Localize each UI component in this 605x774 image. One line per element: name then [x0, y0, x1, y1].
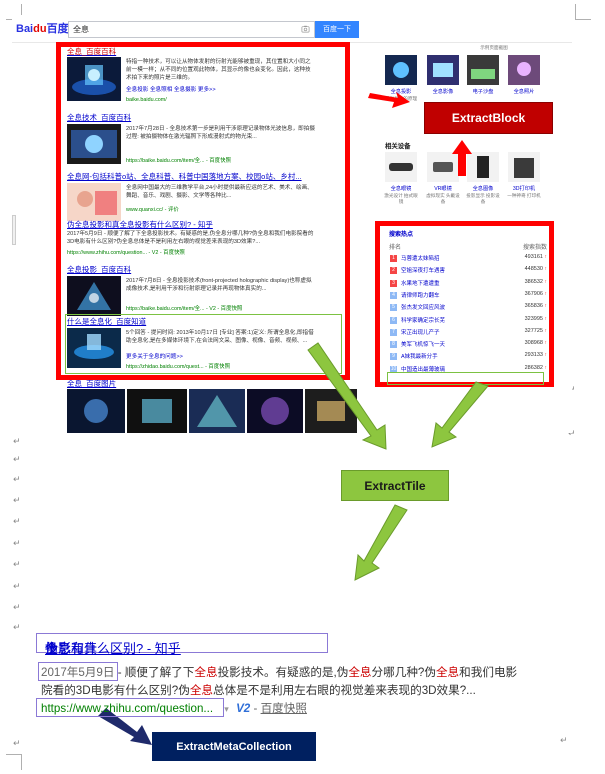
- callout-label: ExtractBlock: [451, 111, 526, 125]
- zoom-date: 2017年5月9日: [41, 666, 115, 679]
- snippet-part: 和我们电影: [459, 666, 518, 679]
- snippet-part: - 顺便了解了下: [114, 666, 195, 679]
- snapshot-link[interactable]: 百度快照: [261, 702, 307, 715]
- snippet-highlight: 全息: [189, 684, 214, 697]
- red-arrow: [452, 140, 472, 154]
- snippet-part: 院看的3D电影有什么区别?伪: [41, 684, 190, 697]
- callout-label: ExtractTile: [364, 478, 426, 493]
- green-arrow: [354, 504, 408, 581]
- green-arrow: [431, 381, 489, 448]
- chevron-down-icon[interactable]: ▾: [224, 704, 229, 714]
- callout-label: ExtractMetaCollection: [176, 740, 292, 753]
- extract-meta-callout: ExtractMetaCollection: [152, 732, 316, 761]
- snippet-highlight: 全息: [435, 666, 460, 679]
- snippet-part: 分哪几种?伪: [371, 666, 436, 679]
- snippet-part: 总体是不是利用左右眼的视觉差来表现的3D效果?...: [213, 684, 476, 697]
- title-part: 投影有什么区别? - 知乎: [45, 641, 181, 656]
- zoom-snippet-line: 院看的3D电影有什么区别?伪全息总体是不是利用左右眼的视觉差来表现的3D效果?.…: [41, 682, 476, 698]
- snippet-part: 投影技术。有疑惑的是,伪: [217, 666, 349, 679]
- v2-badge: V2: [236, 702, 251, 715]
- green-arrow: [307, 342, 387, 450]
- zoom-snippet-line: 2017年5月9日 - 顺便了解了下全息投影技术。有疑惑的是,伪全息分哪几种?伪…: [41, 664, 517, 680]
- snippet-highlight: 全息: [194, 666, 218, 679]
- zoom-url[interactable]: https://www.zhihu.com/question...: [41, 702, 213, 715]
- extract-block-callout: ExtractBlock: [424, 102, 553, 134]
- extract-tile-callout: ExtractTile: [341, 470, 449, 501]
- red-arrow: [368, 92, 410, 108]
- snippet-highlight: 全息: [348, 666, 372, 679]
- red-arrow: [458, 152, 466, 176]
- zoom-url-line: https://www.zhihu.com/question... ▾ V2 -…: [41, 702, 307, 715]
- zoom-title-box: 伪全息 投影和真 全息 投影有什么区别? - 知乎: [36, 633, 328, 656]
